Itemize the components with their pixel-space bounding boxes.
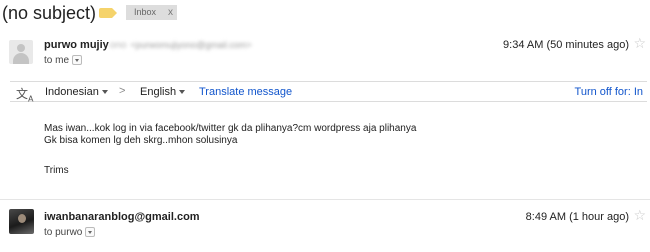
caret-down-icon (101, 90, 108, 95)
body-line: Mas iwan...kok log in via facebook/twitt… (44, 123, 417, 134)
message-expanded: purwo mujiyono <purwomujiyono@gmail.com> … (0, 32, 650, 202)
source-language-select[interactable]: Indonesian (45, 86, 108, 98)
target-language-label: English (140, 86, 177, 98)
inbox-label-text: Inbox (134, 7, 157, 17)
message-divider (0, 199, 650, 200)
sender-line[interactable]: iwanbanaranblog@gmail.com (44, 211, 200, 223)
sender-email: iwanbanaranblog@gmail.com (44, 211, 200, 223)
recipient-line: to purwo (44, 227, 96, 238)
translate-message-link[interactable]: Translate message (199, 86, 292, 98)
translate-icon: 文A (16, 87, 34, 104)
sender-name-redacted: ono (109, 40, 127, 51)
recipient-text: to purwo (44, 227, 83, 238)
sender-avatar-icon[interactable] (9, 209, 34, 234)
sender-email-redacted: <purwomujiyono@gmail.com> (130, 40, 252, 50)
label-tag-icon[interactable] (99, 8, 117, 18)
message-timestamp[interactable]: 9:34 AM (50 minutes ago) (503, 39, 629, 51)
thread-subject: (no subject) (2, 3, 97, 23)
star-icon[interactable]: ☆ (633, 35, 646, 52)
sender-avatar-icon[interactable] (9, 40, 33, 64)
details-dropdown-icon[interactable] (85, 227, 96, 238)
recipient-text: to me (44, 55, 70, 66)
body-line: Trims (44, 165, 69, 176)
thread-header: (no subject) Inbox x (0, 0, 650, 28)
details-dropdown-icon[interactable] (72, 55, 83, 66)
message-expanded: iwanbanaranblog@gmail.com 8:49 AM (1 hou… (0, 203, 650, 252)
remove-label-icon[interactable]: x (168, 7, 173, 18)
chevron-right-icon: > (119, 85, 126, 97)
recipient-line: to me (44, 55, 83, 66)
target-language-select[interactable]: English (140, 86, 186, 98)
message-body: Mas iwan...kok log in via facebook/twitt… (44, 123, 416, 177)
turn-off-translate-link[interactable]: Turn off for: In (575, 86, 643, 98)
star-icon[interactable]: ☆ (633, 207, 646, 224)
caret-down-icon (179, 90, 186, 95)
sender-name: purwo mujiy (44, 39, 109, 51)
sender-line[interactable]: purwo mujiyono <purwomujiyono@gmail.com> (44, 39, 252, 51)
body-line: Gk bisa komen lg deh skrg..mhon solusiny… (44, 135, 238, 146)
source-language-label: Indonesian (45, 86, 99, 98)
message-timestamp[interactable]: 8:49 AM (1 hour ago) (526, 211, 629, 223)
translate-bar: 文A Indonesian > English Translate messag… (10, 81, 647, 104)
inbox-label-chip[interactable]: Inbox x (126, 5, 178, 20)
